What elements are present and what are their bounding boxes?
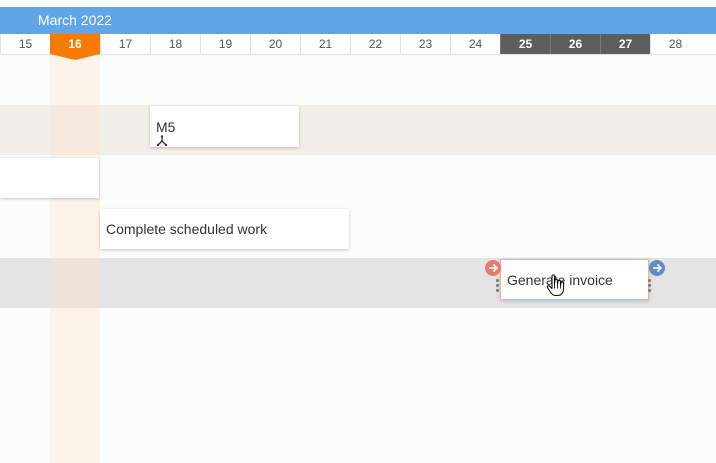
day-cell: 20 [250,34,300,54]
day-cell: 28 [650,34,700,54]
day-cell: 27 [600,34,650,54]
dependency-out-icon[interactable] [649,260,665,276]
month-header: March 2022 [0,7,716,34]
task-bar-complete-scheduled-work[interactable]: Complete scheduled work [100,209,349,249]
today-marker [50,54,100,60]
day-cell: 18 [150,34,200,54]
day-cell: 15 [0,34,50,54]
day-cell: 21 [300,34,350,54]
gantt-scheduler: March 2022 15 16 17 18 19 20 21 22 23 24 25 26 27 28 … [0,0,716,463]
milestone-bar[interactable]: M5 [150,106,299,147]
hand-pointer-icon [546,274,565,297]
resize-handle-left-icon[interactable] [496,279,500,293]
day-header-row: 15 16 17 18 19 20 21 22 23 24 25 26 27 28 [0,34,716,55]
day-cell: 16 [50,34,100,54]
task-bar-generate-invoice[interactable]: Generate invoice [500,259,649,300]
task-bar[interactable] [0,158,99,198]
day-cell: 22 [350,34,400,54]
day-cell: 25 [500,34,550,54]
day-cell: 17 [100,34,150,54]
day-cell: 26 [550,34,600,54]
day-cell: 24 [450,34,500,54]
row-background [0,105,716,155]
day-cell: 19 [200,34,250,54]
day-cell: 23 [400,34,450,54]
today-column [50,55,100,463]
milestone-label: M5 [156,119,176,135]
dependency-in-icon[interactable] [485,260,501,276]
milestone-icon [156,135,168,147]
resize-handle-right-icon[interactable] [648,279,652,293]
